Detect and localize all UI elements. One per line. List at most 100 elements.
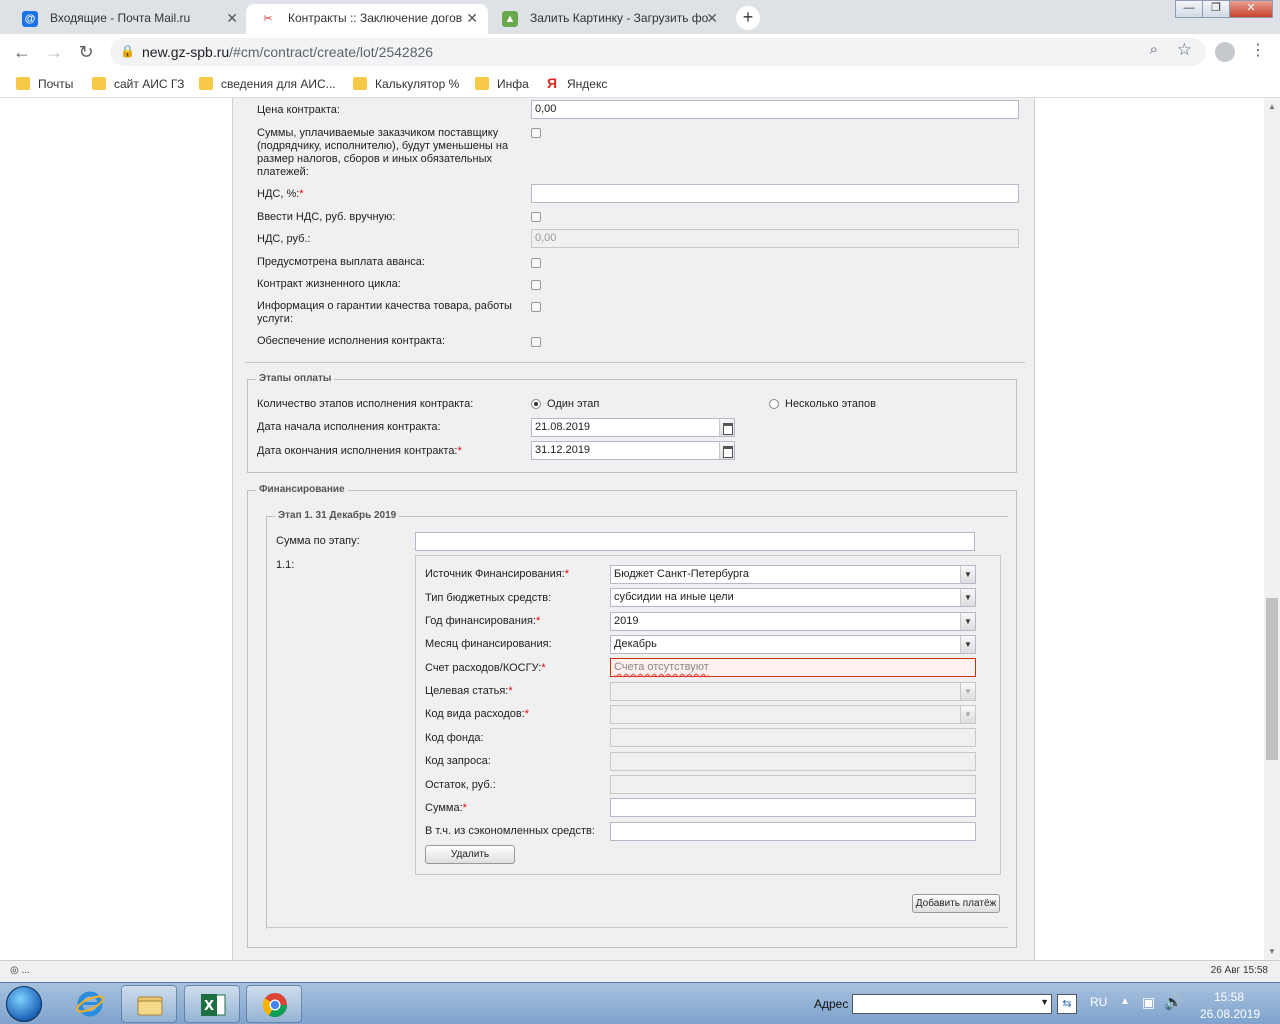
minimize-button[interactable]: — <box>1175 0 1203 18</box>
one-stage-label[interactable]: Один этап <box>547 398 599 411</box>
chevron-down-icon[interactable]: ▼ <box>960 566 975 583</box>
saved-funds-input[interactable] <box>610 822 976 841</box>
fund-code-input[interactable] <box>610 728 976 747</box>
vat-pct-label: НДС, %:* <box>257 188 304 200</box>
one-stage-radio[interactable] <box>531 399 541 409</box>
chevron-down-icon[interactable]: ▼ <box>960 636 975 653</box>
taskbar-excel[interactable]: X <box>184 985 240 1023</box>
clock-time[interactable]: 15:58 <box>1214 990 1244 1004</box>
account-input[interactable]: Счета отсутствуют <box>610 658 976 677</box>
taskbar-chrome[interactable] <box>246 985 302 1023</box>
tab-image-upload[interactable]: ▲ Залить Картинку - Загрузить фо ✕ <box>488 4 728 34</box>
calendar-icon[interactable] <box>719 419 734 436</box>
language-indicator[interactable]: RU <box>1090 995 1107 1009</box>
restore-button[interactable]: ❐ <box>1202 0 1230 18</box>
request-code-input[interactable] <box>610 752 976 771</box>
tab-contracts[interactable]: ✂ Контракты :: Заключение догов ✕ <box>246 4 488 34</box>
scroll-down-icon[interactable]: ▼ <box>1268 947 1276 956</box>
financing-bottom-line <box>266 927 1008 928</box>
bookmark-mail[interactable]: Почты <box>16 76 73 92</box>
tab-title: Залить Картинку - Загрузить фо <box>530 11 709 25</box>
close-tab-icon[interactable]: ✕ <box>466 4 478 32</box>
taskbar-ie[interactable] <box>62 985 118 1023</box>
folder-icon <box>475 77 489 90</box>
zoom-icon[interactable]: ⌕ <box>1150 41 1158 58</box>
taskbar-explorer[interactable] <box>121 985 177 1023</box>
vertical-scrollbar[interactable]: ▲ ▼ <box>1264 98 1280 960</box>
status-datetime: 26 Авг 15:58 <box>1210 965 1268 976</box>
stage-count-label: Количество этапов исполнения контракта: <box>257 398 474 410</box>
chrome-icon <box>262 993 287 1018</box>
bookmark-ais-site[interactable]: сайт АИС ГЗ <box>92 76 184 92</box>
end-date-input[interactable]: 31.12.2019 <box>531 441 735 460</box>
tab-title: Контракты :: Заключение догов <box>288 11 463 25</box>
target-article-select[interactable]: ▼ <box>610 682 976 701</box>
scroll-up-icon[interactable]: ▲ <box>1268 102 1276 111</box>
internet-explorer-icon <box>76 991 104 1017</box>
dropdown-arrow-icon[interactable]: ▼ <box>1040 997 1049 1007</box>
clock-date[interactable]: 26.08.2019 <box>1200 1007 1260 1021</box>
lock-icon: 🔒 <box>120 44 135 58</box>
chevron-down-icon[interactable]: ▼ <box>960 683 975 700</box>
delete-button[interactable]: Удалить <box>425 845 515 864</box>
start-date-input[interactable]: 21.08.2019 <box>531 418 735 437</box>
vat-pct-input[interactable] <box>531 184 1019 203</box>
budget-type-select[interactable]: субсидии на иные цели ▼ <box>610 588 976 607</box>
expense-type-select[interactable]: ▼ <box>610 705 976 724</box>
advance-checkbox[interactable] <box>531 258 541 268</box>
address-bar[interactable]: 🔒 new.gz-spb.ru/#cm/contract/create/lot/… <box>110 38 1206 66</box>
vat-manual-checkbox[interactable] <box>531 212 541 222</box>
taxes-reduced-label: Суммы, уплачиваемые заказчиком поставщик… <box>257 127 509 178</box>
stage-sum-input[interactable] <box>415 532 975 551</box>
many-stages-radio[interactable] <box>769 399 779 409</box>
tab-strip: @ Входящие - Почта Mail.ru ✕ ✂ Контракты… <box>0 0 1280 34</box>
many-stages-label[interactable]: Несколько этапов <box>785 398 876 411</box>
taskbar-address-input[interactable]: ▼ <box>852 994 1052 1014</box>
address-toolbar-label: Адрес <box>814 997 849 1011</box>
balance-input[interactable] <box>610 775 976 794</box>
source-label: Источник Финансирования:* <box>425 568 570 580</box>
calendar-icon[interactable] <box>719 442 734 459</box>
year-select[interactable]: 2019 ▼ <box>610 612 976 631</box>
close-window-button[interactable]: ✕ <box>1229 0 1273 18</box>
bookmark-star-icon[interactable]: ☆ <box>1177 40 1192 60</box>
reload-icon[interactable]: ↻ <box>74 41 98 63</box>
month-select[interactable]: Декабрь ▼ <box>610 635 976 654</box>
yandex-icon: Я <box>547 75 558 91</box>
payment-stages-legend: Этапы оплаты <box>256 373 335 384</box>
folder-icon <box>16 77 30 90</box>
vat-rub-input[interactable]: 0,00 <box>531 229 1019 248</box>
sum-label: Сумма:* <box>425 802 467 814</box>
add-payment-button[interactable]: Добавить платёж <box>912 894 1000 913</box>
profile-avatar[interactable] <box>1215 42 1235 62</box>
forward-icon[interactable]: → <box>42 41 66 63</box>
new-tab-button[interactable]: + <box>736 6 760 30</box>
chevron-down-icon[interactable]: ▼ <box>960 706 975 723</box>
bookmark-yandex[interactable]: Я Яндекс <box>545 75 607 92</box>
start-button[interactable] <box>6 986 42 1022</box>
chevron-down-icon[interactable]: ▼ <box>960 589 975 606</box>
menu-icon[interactable]: ⋮ <box>1250 40 1266 60</box>
price-input[interactable]: 0,00 <box>531 100 1019 119</box>
tab-title: Входящие - Почта Mail.ru <box>50 11 191 25</box>
volume-icon[interactable]: 🔊 <box>1164 993 1183 1011</box>
bookmark-info[interactable]: Инфа <box>475 76 529 92</box>
close-tab-icon[interactable]: ✕ <box>226 4 238 32</box>
network-icon[interactable]: ▣ <box>1142 994 1155 1011</box>
taxes-reduced-checkbox[interactable] <box>531 128 541 138</box>
close-tab-icon[interactable]: ✕ <box>706 4 718 32</box>
back-icon[interactable]: ← <box>10 41 34 63</box>
required-mark: * <box>299 188 304 200</box>
scrollbar-thumb[interactable] <box>1266 598 1278 760</box>
tab-mail[interactable]: @ Входящие - Почта Mail.ru ✕ <box>8 4 248 34</box>
show-hidden-icons[interactable]: ▲ <box>1120 996 1130 1007</box>
lifecycle-checkbox[interactable] <box>531 280 541 290</box>
source-select[interactable]: Бюджет Санкт-Петербурга ▼ <box>610 565 976 584</box>
bookmark-calculator[interactable]: Калькулятор % <box>353 76 459 92</box>
chevron-down-icon[interactable]: ▼ <box>960 613 975 630</box>
go-icon[interactable]: ⇆ <box>1057 994 1077 1014</box>
bookmark-ais-info[interactable]: сведения для АИС... <box>199 76 336 92</box>
sum-input[interactable] <box>610 798 976 817</box>
security-checkbox[interactable] <box>531 337 541 347</box>
guarantee-checkbox[interactable] <box>531 302 541 312</box>
